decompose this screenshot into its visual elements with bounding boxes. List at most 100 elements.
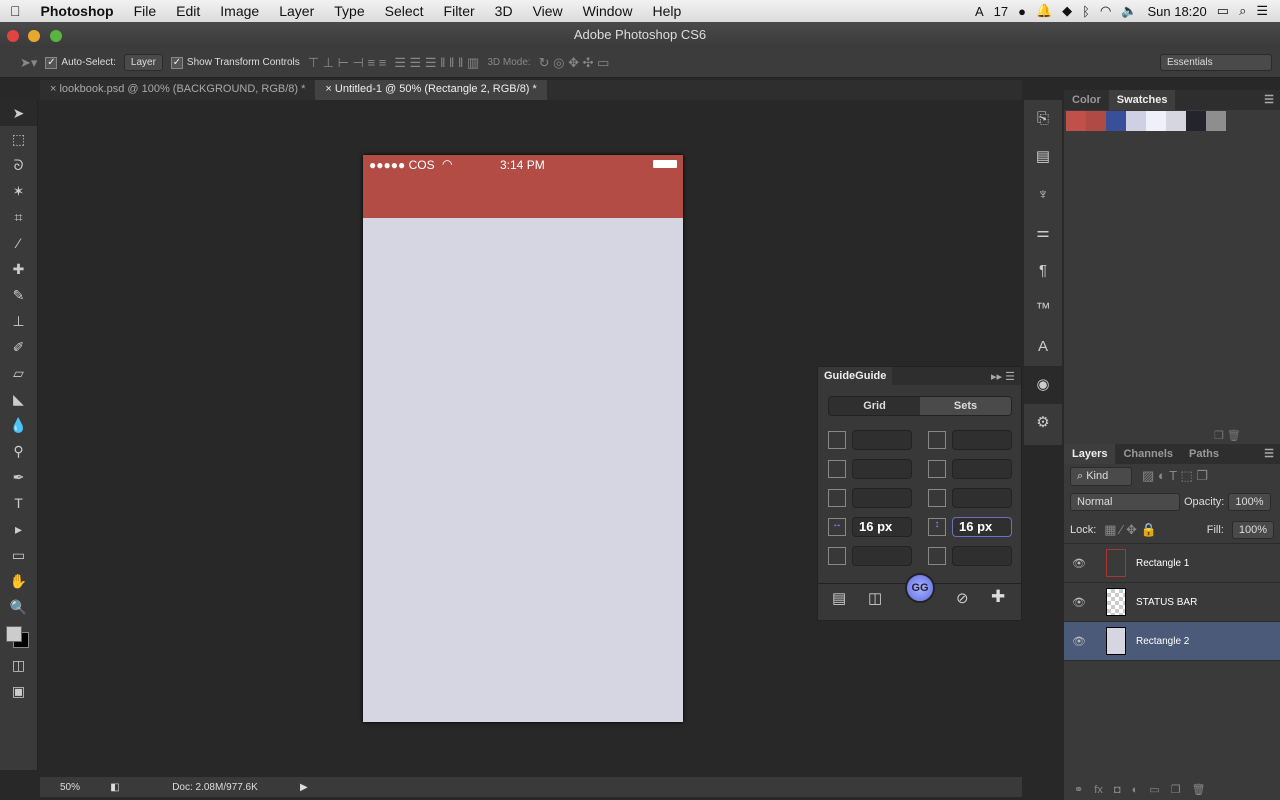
- volume-icon[interactable]: 🔈: [1121, 3, 1137, 19]
- bell-icon[interactable]: 🔔: [1036, 3, 1052, 19]
- lock-icons[interactable]: ▦ ⁄ ✥ 🔒: [1104, 522, 1156, 538]
- menu-help[interactable]: Help: [642, 3, 691, 19]
- menu-3d[interactable]: 3D: [485, 3, 523, 19]
- magic-wand-tool-icon[interactable]: ✶: [0, 178, 37, 204]
- adjustments-icon[interactable]: ⚌: [1024, 214, 1062, 252]
- left-margin-input[interactable]: [852, 430, 912, 450]
- workspace-dropdown[interactable]: Essentials: [1160, 54, 1272, 71]
- spotlight-icon[interactable]: ⌕: [1239, 3, 1246, 19]
- panel-menu-icon[interactable]: ☰: [1258, 90, 1280, 110]
- paragraph-icon[interactable]: ¶: [1024, 252, 1062, 290]
- row-midpoint-input[interactable]: [952, 546, 1012, 566]
- visibility-eye-icon[interactable]: 👁: [1064, 557, 1094, 570]
- menu-filter[interactable]: Filter: [434, 3, 485, 19]
- distribute-icons[interactable]: ☰ ☰ ☰ ‖ ‖ ‖ ▥: [394, 55, 479, 71]
- document-artboard[interactable]: ●●●●● COS ◠ 3:14 PM: [363, 155, 683, 722]
- tab-grid[interactable]: Grid: [829, 397, 920, 415]
- bluetooth-icon[interactable]: ᛒ: [1082, 4, 1090, 19]
- swatch[interactable]: [1166, 111, 1186, 131]
- crop-tool-icon[interactable]: ⌗: [0, 204, 37, 230]
- dropbox-icon[interactable]: ◆: [1062, 3, 1072, 19]
- brush-presets-icon[interactable]: ♆: [1024, 176, 1062, 214]
- filter-type-icons[interactable]: ▨ ◐ T ⬚ ❐: [1142, 468, 1208, 484]
- tab-color[interactable]: Color: [1064, 90, 1109, 110]
- lasso-tool-icon[interactable]: ᘐ: [0, 152, 37, 178]
- shape-tool-icon[interactable]: ▭: [0, 542, 37, 568]
- menu-type[interactable]: Type: [324, 3, 374, 19]
- move-tool-icon[interactable]: ➤▾: [20, 55, 37, 71]
- 3d-mode-icons[interactable]: ↻ ◎ ✥ ✣ ▭: [539, 55, 610, 71]
- swatch[interactable]: [1186, 111, 1206, 131]
- align-icons[interactable]: ⊤ ⊥ ⊢ ⊣ ≡ ≡: [308, 55, 387, 71]
- menu-layer[interactable]: Layer: [269, 3, 324, 19]
- battery-icon[interactable]: ▭: [1217, 3, 1229, 19]
- show-transform-checkbox[interactable]: ✓ Show Transform Controls: [170, 56, 300, 69]
- swatch[interactable]: [1146, 111, 1166, 131]
- auto-select-dropdown[interactable]: Layer: [123, 54, 163, 71]
- history-brush-tool-icon[interactable]: ✐: [0, 334, 37, 360]
- layer-row[interactable]: 👁 Rectangle 1: [1064, 544, 1280, 583]
- tab-channels[interactable]: Channels: [1115, 444, 1181, 464]
- layers-footer-icons[interactable]: ⚭ fx ◘ ◐ ▭ ❐ 🗑: [1074, 783, 1206, 796]
- clear-guides-button[interactable]: ⊘: [956, 589, 969, 607]
- paint-bucket-tool-icon[interactable]: ◣: [0, 386, 37, 412]
- menu-select[interactable]: Select: [375, 3, 434, 19]
- guideguide-icon[interactable]: ◉: [1024, 366, 1062, 404]
- extensions-icon[interactable]: ⚙: [1024, 404, 1062, 442]
- columns-input[interactable]: [852, 488, 912, 508]
- tab-untitled-1[interactable]: × Untitled-1 @ 50% (Rectangle 2, RGB/8) …: [315, 80, 547, 100]
- eraser-tool-icon[interactable]: ▱: [0, 360, 37, 386]
- move-tool-icon[interactable]: ➤: [0, 100, 37, 126]
- tab-paths[interactable]: Paths: [1181, 444, 1227, 464]
- minimize-button[interactable]: [28, 30, 40, 42]
- history-icon[interactable]: ⎘: [1024, 100, 1062, 138]
- evernote-icon[interactable]: ●: [1018, 4, 1026, 19]
- bottom-margin-input[interactable]: [952, 430, 1012, 450]
- dodge-tool-icon[interactable]: ⚲: [0, 438, 37, 464]
- path-selection-tool-icon[interactable]: ▸: [0, 516, 37, 542]
- column-midpoint-input[interactable]: [852, 546, 912, 566]
- notification-center-icon[interactable]: ☰: [1256, 3, 1268, 19]
- layer-filter-dropdown[interactable]: ⌕ Kind: [1070, 466, 1132, 486]
- tab-layers[interactable]: Layers: [1064, 444, 1116, 464]
- gg-make-guides-button[interactable]: GG: [905, 573, 935, 603]
- menu-photoshop[interactable]: Photoshop: [31, 3, 124, 19]
- marquee-tool-icon[interactable]: ⬚: [0, 126, 37, 152]
- add-set-button[interactable]: ✚: [991, 587, 1005, 607]
- quick-mask-icon[interactable]: ◫: [0, 652, 37, 678]
- character-styles-icon[interactable]: ™: [1024, 290, 1062, 328]
- menu-file[interactable]: File: [124, 3, 167, 19]
- visibility-eye-icon[interactable]: 👁: [1064, 635, 1094, 648]
- panel-menu-icon[interactable]: ▸▸ ☰: [991, 370, 1015, 383]
- close-button[interactable]: [7, 30, 19, 42]
- horizontal-midpoint-button[interactable]: ▤: [832, 589, 846, 607]
- row-gutter-input[interactable]: 16 px: [952, 517, 1012, 537]
- right-margin-input[interactable]: [952, 459, 1012, 479]
- swatch[interactable]: [1206, 111, 1226, 131]
- screen-mode-icon[interactable]: ▣: [0, 678, 37, 704]
- pen-tool-icon[interactable]: ✒: [0, 464, 37, 490]
- eyedropper-tool-icon[interactable]: ⁄: [0, 230, 37, 256]
- fill-input[interactable]: 100%: [1231, 520, 1274, 539]
- blend-mode-dropdown[interactable]: Normal: [1070, 493, 1180, 511]
- blur-tool-icon[interactable]: 💧: [0, 412, 37, 438]
- hand-tool-icon[interactable]: ✋: [0, 568, 37, 594]
- properties-icon[interactable]: ▤: [1024, 138, 1062, 176]
- swatch[interactable]: [1126, 111, 1146, 131]
- clock[interactable]: Sun 18:20: [1147, 4, 1206, 19]
- status-menu-arrow-icon[interactable]: ▶: [300, 782, 308, 793]
- tab-swatches[interactable]: Swatches: [1108, 90, 1176, 110]
- column-gutter-input[interactable]: 16 px: [852, 517, 912, 537]
- swatch[interactable]: [1106, 111, 1126, 131]
- menu-view[interactable]: View: [523, 3, 573, 19]
- tab-sets[interactable]: Sets: [920, 397, 1011, 415]
- apple-icon[interactable]: : [0, 3, 31, 19]
- menu-window[interactable]: Window: [573, 3, 643, 19]
- swatch[interactable]: [1086, 111, 1106, 131]
- zoom-button[interactable]: [50, 30, 62, 42]
- visibility-eye-icon[interactable]: 👁: [1064, 596, 1094, 609]
- swatch[interactable]: [1066, 111, 1086, 131]
- type-tool-icon[interactable]: T: [0, 490, 37, 516]
- rows-input[interactable]: [952, 488, 1012, 508]
- character-icon[interactable]: A: [1024, 328, 1062, 366]
